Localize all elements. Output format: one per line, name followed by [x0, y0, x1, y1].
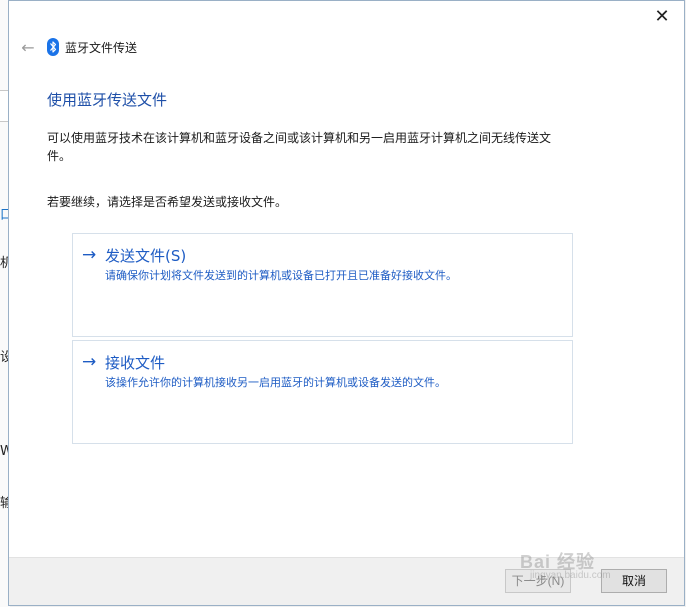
bluetooth-icon — [47, 38, 59, 56]
instruction-text: 若要继续，请选择是否希望发送或接收文件。 — [47, 195, 288, 209]
receive-files-title: 接收文件 — [105, 354, 166, 372]
bluetooth-transfer-dialog: ✕ ← 蓝牙文件传送 使用蓝牙传送文件 可以使用蓝牙技术在该计算机和蓝牙设备之间… — [8, 0, 685, 606]
window-title: 蓝牙文件传送 — [65, 41, 138, 55]
page-heading: 使用蓝牙传送文件 — [47, 91, 168, 109]
receive-files-description: 该操作允许你的计算机接收另一启用蓝牙的计算机或设备发送的文件。 — [105, 376, 446, 389]
arrow-right-icon: → — [82, 352, 97, 372]
receive-files-option[interactable]: → 接收文件 该操作允许你的计算机接收另一启用蓝牙的计算机或设备发送的文件。 — [72, 340, 573, 444]
close-icon[interactable]: ✕ — [650, 7, 674, 29]
watermark-url: jingyan.baidu.com — [530, 570, 611, 581]
description-text: 可以使用蓝牙技术在该计算机和蓝牙设备之间或该计算机和另一启用蓝牙计算机之间无线传… — [47, 131, 552, 163]
arrow-right-icon: → — [82, 245, 97, 265]
send-files-option[interactable]: → 发送文件(S) 请确保你计划将文件发送到的计算机或设备已打开且已准备好接收文… — [72, 233, 573, 337]
send-files-title: 发送文件(S) — [105, 247, 187, 265]
back-arrow-icon[interactable]: ← — [17, 37, 39, 59]
send-files-description: 请确保你计划将文件发送到的计算机或设备已打开且已准备好接收文件。 — [105, 269, 457, 282]
